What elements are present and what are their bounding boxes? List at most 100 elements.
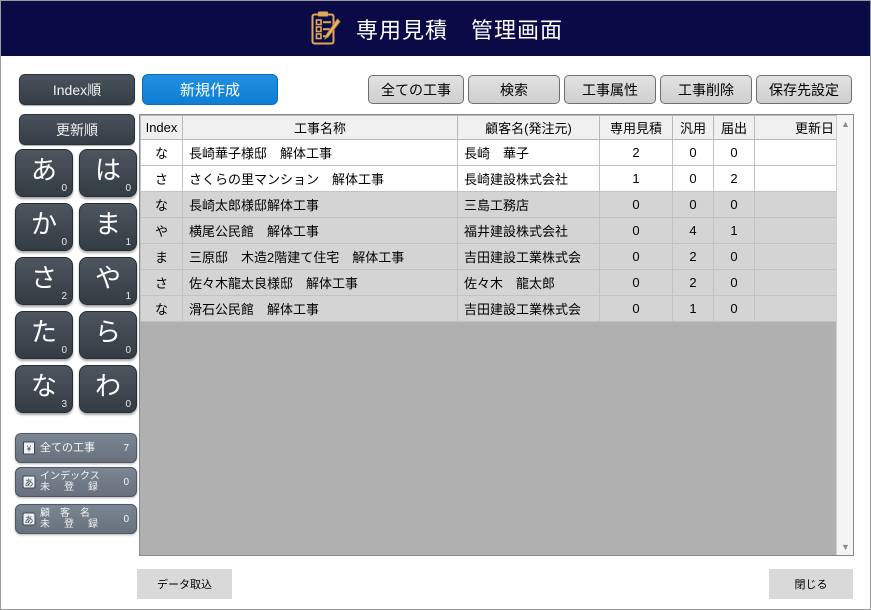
sort-index-label: Index順	[52, 81, 102, 98]
cell-customer: 福井建設株式会社	[457, 217, 600, 244]
kana-key[interactable]: な3	[15, 365, 73, 413]
cell-notification: 0	[713, 191, 755, 218]
kana-key-char: や	[94, 263, 121, 293]
page-title: 専用見積 管理画面	[355, 17, 563, 43]
works-table-container: Index 工事名称 顧客名(発注元) 専用見積 汎用 届出 更新日 な長崎華子…	[139, 114, 854, 556]
chevron-down-icon[interactable]: ▼	[837, 538, 853, 555]
search-button[interactable]: 検索	[468, 75, 560, 104]
cell-notification: 1	[713, 217, 755, 244]
table-row[interactable]: ま三原邸 木造2階建て住宅 解体工事 吉田建設工業株式会 0 2 0	[140, 243, 853, 270]
application-window: 専用見積 管理画面 Index順 更新順 新規作成 全ての工事 検索 工事属性 …	[0, 0, 871, 610]
table-row[interactable]: や横尾公民館 解体工事 福井建設株式会社 0 4 1	[140, 217, 853, 244]
sort-update-button[interactable]: 更新順	[19, 114, 135, 145]
cell-index: や	[140, 217, 183, 244]
cell-work-name: 横尾公民館 解体工事	[182, 217, 458, 244]
table-row[interactable]: な滑石公民館 解体工事 吉田建設工業株式会 0 1 0	[140, 295, 853, 322]
sort-index-button[interactable]: Index順	[19, 74, 135, 105]
kana-key-count: 0	[125, 345, 131, 356]
save-destination-label: 保存先設定	[769, 81, 839, 98]
table-row[interactable]: ささくらの里マンション 解体工事 長崎建設株式会社 1 0 2	[140, 165, 853, 192]
kana-key-char: な	[30, 371, 57, 401]
filter-customer-unregistered-button[interactable]: あ 顧 客 名 未 登 録 0	[15, 504, 137, 534]
cell-dedicated-quote: 0	[599, 269, 673, 296]
kana-key[interactable]: ら0	[79, 311, 137, 359]
table-header-row: Index 工事名称 顧客名(発注元) 専用見積 汎用 届出 更新日	[140, 115, 853, 140]
cell-dedicated-quote: 0	[599, 191, 673, 218]
cell-dedicated-quote: 0	[599, 243, 673, 270]
cell-notification: 0	[713, 243, 755, 270]
works-table: Index 工事名称 顧客名(発注元) 専用見積 汎用 届出 更新日 な長崎華子…	[140, 115, 853, 322]
header-dedicated-quote[interactable]: 専用見積	[599, 115, 673, 140]
cell-dedicated-quote: 0	[599, 217, 673, 244]
cell-general: 4	[672, 217, 714, 244]
work-attribute-button[interactable]: 工事属性	[564, 75, 656, 104]
kana-key-char: は	[94, 155, 121, 185]
kana-key[interactable]: ま1	[79, 203, 137, 251]
kana-key-count: 0	[61, 345, 67, 356]
kana-key-count: 0	[61, 183, 67, 194]
svg-text:あ: あ	[24, 515, 33, 525]
work-delete-label: 工事削除	[678, 81, 734, 98]
table-vertical-scrollbar[interactable]: ▲ ▼	[836, 115, 853, 555]
new-create-button[interactable]: 新規作成	[142, 74, 278, 105]
table-row[interactable]: な長崎太郎様邸解体工事 三島工務店 0 0 0	[140, 191, 853, 218]
filter-customer-unregistered-line2: 未 登 録	[40, 519, 100, 530]
filter-customer-unregistered-line1: 顧 客 名	[40, 508, 90, 519]
cell-customer: 吉田建設工業株式会	[457, 243, 600, 270]
cell-work-name: 長崎太郎様邸解体工事	[182, 191, 458, 218]
cell-customer: 吉田建設工業株式会	[457, 295, 600, 322]
chevron-up-icon[interactable]: ▲	[837, 115, 853, 132]
cell-index: さ	[140, 165, 183, 192]
work-delete-button[interactable]: 工事削除	[660, 75, 752, 104]
close-label: 閉じる	[794, 579, 828, 591]
header-work-name[interactable]: 工事名称	[182, 115, 458, 140]
data-import-label: データ取込	[157, 579, 212, 591]
kana-key[interactable]: た0	[15, 311, 73, 359]
filter-index-unregistered-line1: インデックス	[40, 471, 100, 482]
kana-key[interactable]: や1	[79, 257, 137, 305]
filter-customer-unregistered-count: 0	[123, 513, 129, 525]
kana-key[interactable]: あ0	[15, 149, 73, 197]
kana-key[interactable]: は0	[79, 149, 137, 197]
cell-work-name: 三原邸 木造2階建て住宅 解体工事	[182, 243, 458, 270]
table-row[interactable]: な長崎華子様邸 解体工事 長崎 華子 2 0 0	[140, 139, 853, 166]
filter-index-unregistered-line2: 未 登 録	[40, 482, 100, 493]
filter-index-unregistered-count: 0	[123, 476, 129, 488]
kana-key-count: 1	[125, 237, 131, 248]
cell-customer: 佐々木 龍太郎	[457, 269, 600, 296]
filter-index-unregistered-button[interactable]: あ インデックス 未 登 録 0	[15, 467, 137, 497]
table-body: な長崎華子様邸 解体工事 長崎 華子 2 0 0 ささくらの里マンション 解体工事 長崎建設…	[140, 139, 853, 322]
cell-general: 1	[672, 295, 714, 322]
header-general[interactable]: 汎用	[672, 115, 714, 140]
cell-index: な	[140, 139, 183, 166]
kana-index-keypad: あ0は0か0ま1さ2や1た0ら0な3わ0	[15, 149, 137, 413]
kana-key-count: 0	[125, 399, 131, 410]
filter-all-works-label: 全ての工事	[40, 441, 95, 454]
save-destination-button[interactable]: 保存先設定	[756, 75, 852, 104]
cell-notification: 2	[713, 165, 755, 192]
sort-update-label: 更新順	[56, 121, 98, 138]
kana-box-icon: あ	[21, 475, 36, 490]
cell-general: 2	[672, 269, 714, 296]
kana-key-count: 3	[61, 399, 67, 410]
cell-work-name: 佐々木龍太良様邸 解体工事	[182, 269, 458, 296]
kana-key[interactable]: か0	[15, 203, 73, 251]
header-index[interactable]: Index	[140, 115, 183, 140]
kana-key-count: 1	[125, 291, 131, 302]
header-customer[interactable]: 顧客名(発注元)	[457, 115, 600, 140]
header-notification[interactable]: 届出	[713, 115, 755, 140]
cell-dedicated-quote: 0	[599, 295, 673, 322]
kana-key[interactable]: さ2	[15, 257, 73, 305]
kana-key[interactable]: わ0	[79, 365, 137, 413]
svg-text:¥: ¥	[25, 445, 31, 454]
filter-all-works-button[interactable]: ¥ 全ての工事 7	[15, 433, 137, 463]
close-button[interactable]: 閉じる	[769, 569, 853, 599]
document-yen-icon: ¥	[21, 441, 36, 456]
all-works-button[interactable]: 全ての工事	[368, 75, 464, 104]
data-import-button[interactable]: データ取込	[137, 569, 232, 599]
table-row[interactable]: さ佐々木龍太良様邸 解体工事 佐々木 龍太郎 0 2 0	[140, 269, 853, 296]
kana-box-icon: あ	[21, 512, 36, 527]
kana-key-char: わ	[94, 371, 121, 401]
cell-notification: 0	[713, 139, 755, 166]
cell-work-name: 長崎華子様邸 解体工事	[182, 139, 458, 166]
